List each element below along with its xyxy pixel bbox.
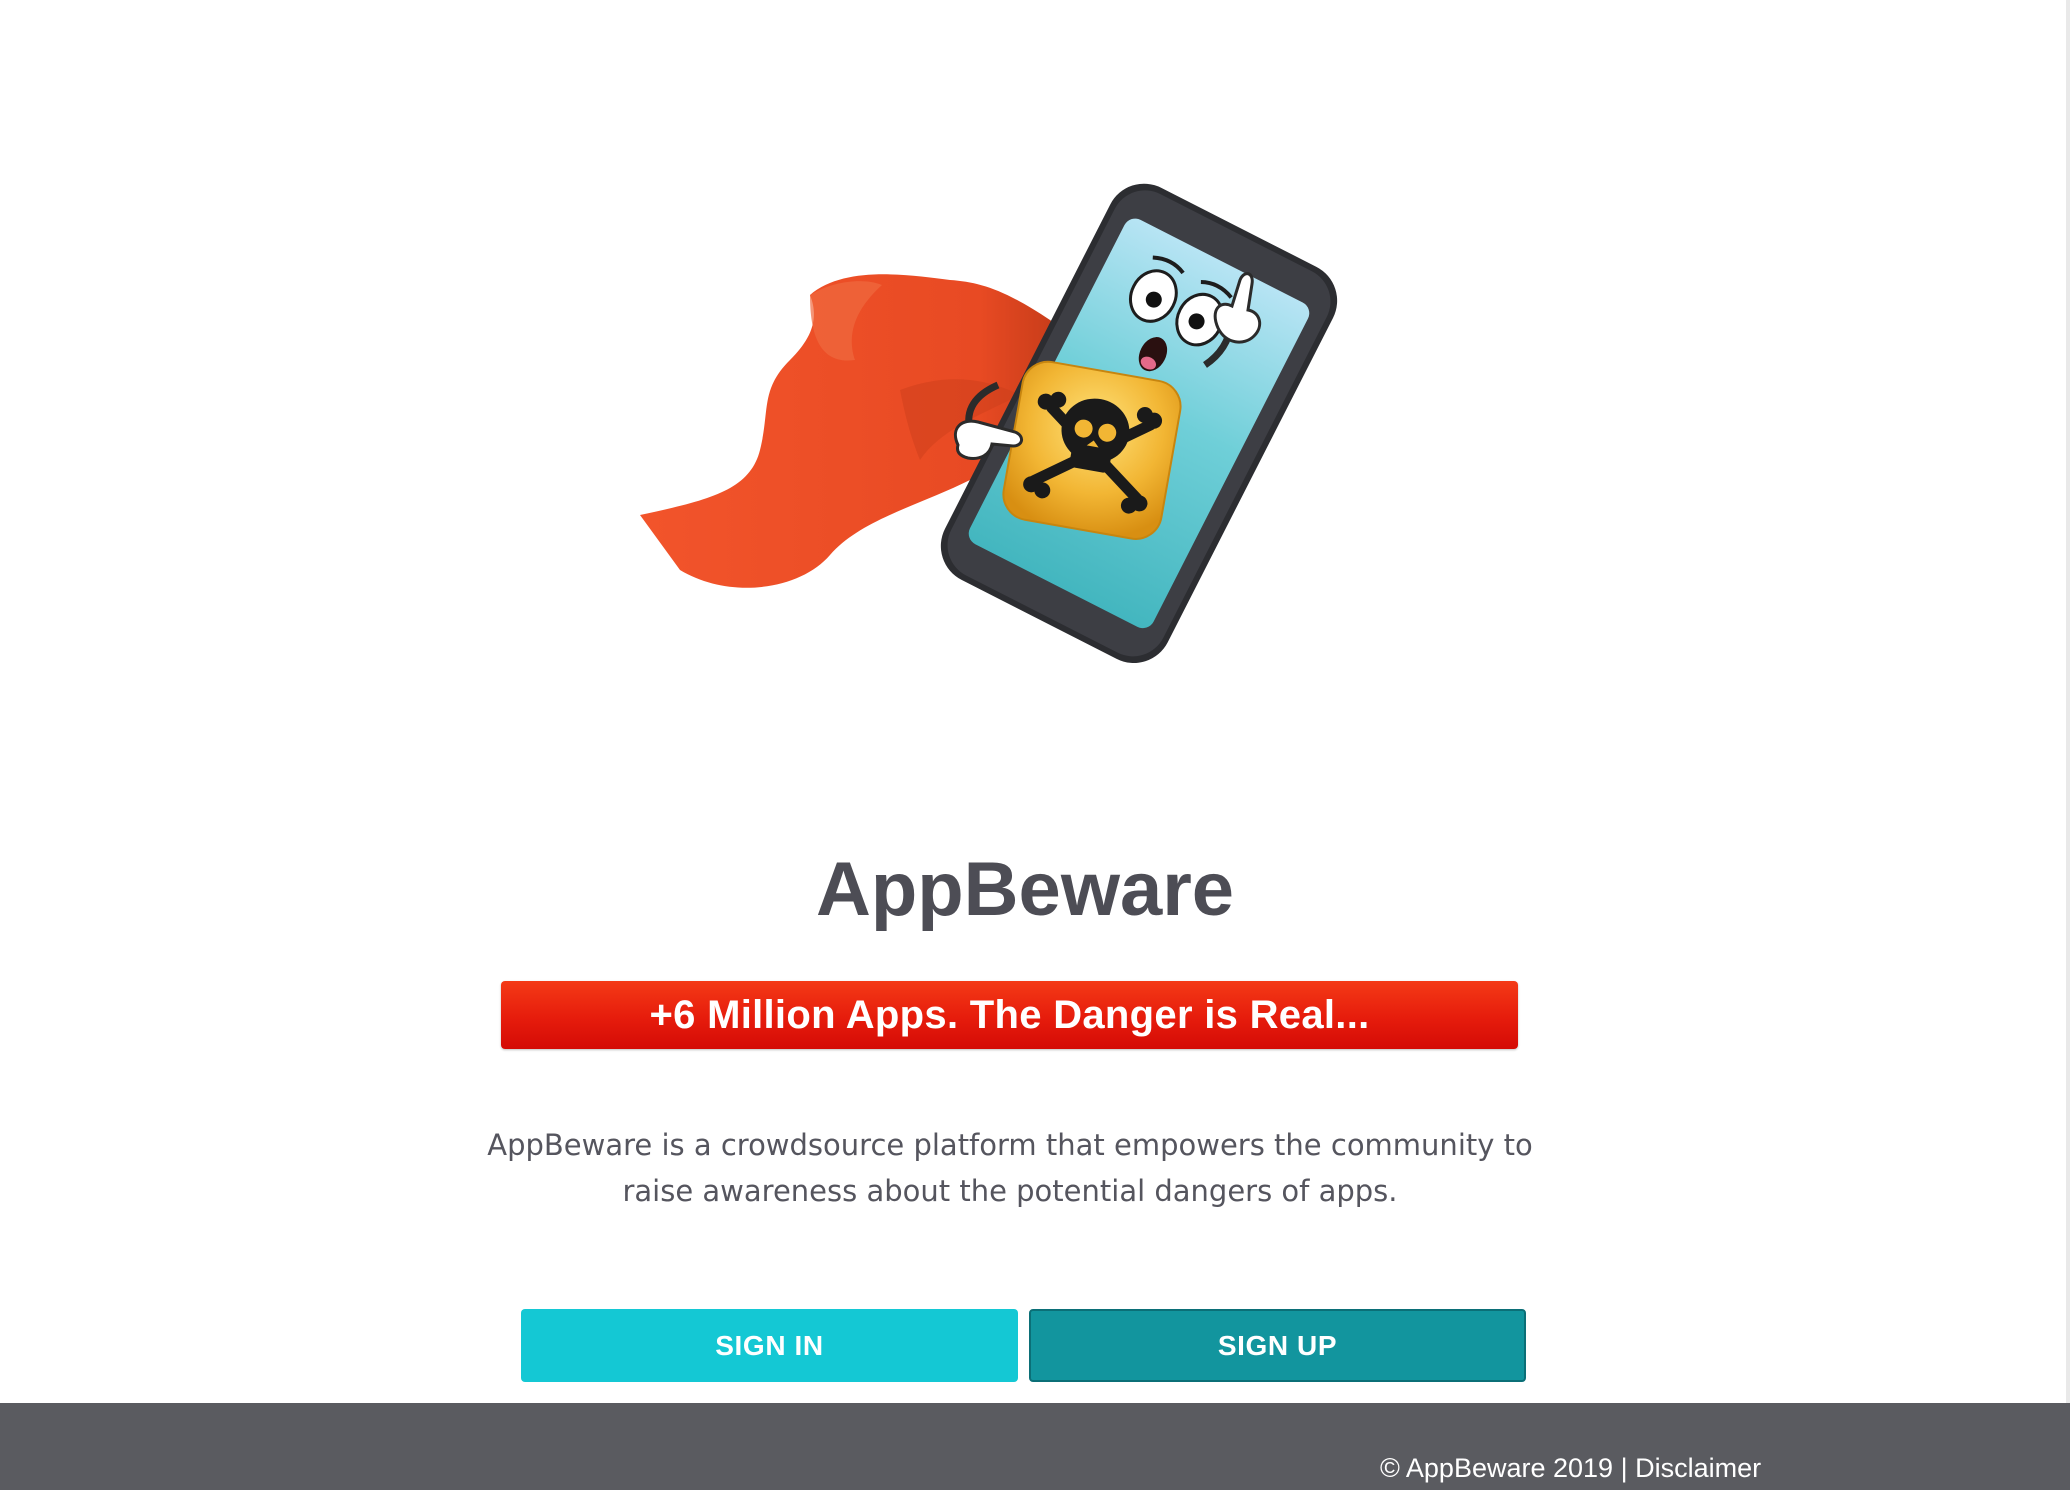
scrollbar-edge [2066,0,2070,1403]
sign-up-label: SIGN UP [1217,1329,1338,1361]
danger-banner: +6 Million Apps. The Danger is Real... [501,981,1518,1049]
hero-illustration [640,183,1338,664]
sign-in-button[interactable]: SIGN IN [521,1309,1018,1382]
sign-up-button[interactable]: SIGN UP [1029,1309,1526,1382]
description-line-1: AppBeware is a crowdsource platform that… [487,1128,1533,1162]
skull-crossbones-icon [1002,360,1182,540]
footer: © AppBeware 2019 | Disclaimer [0,1403,2070,1490]
footer-separator: | [1613,1453,1636,1483]
description-line-2: raise awareness about the potential dang… [622,1174,1398,1208]
landing-page: AppBeware +6 Million Apps. The Danger is… [0,0,2070,1490]
platform-description: AppBeware is a crowdsource platform that… [450,1122,1570,1214]
footer-text: © AppBeware 2019 | Disclaimer [1380,1453,1761,1484]
disclaimer-link[interactable]: Disclaimer [1635,1453,1761,1483]
danger-banner-text: +6 Million Apps. The Danger is Real... [649,992,1370,1037]
sign-in-label: SIGN IN [715,1329,824,1361]
footer-copyright: © AppBeware 2019 [1380,1453,1614,1483]
app-title: AppBeware [815,847,1235,932]
